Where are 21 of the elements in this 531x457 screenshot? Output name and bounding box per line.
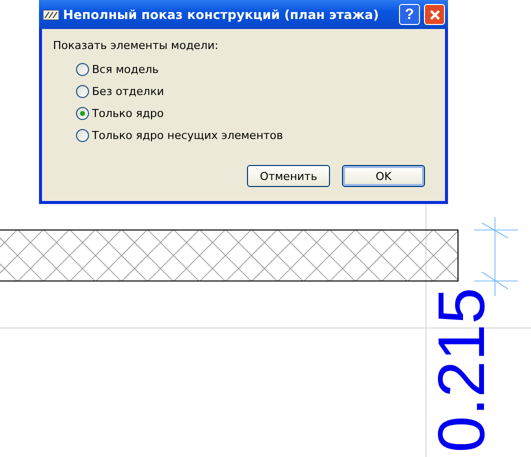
group-label: Показать элементы модели: <box>53 39 220 54</box>
window-title: Неполный показ конструкций (план этажа) <box>63 7 380 22</box>
dimension-text: 0.215 <box>424 287 498 453</box>
ok-button[interactable]: OK <box>342 165 425 187</box>
radio-option[interactable]: Вся модель <box>76 61 445 77</box>
radio-option[interactable]: Только ядро <box>76 105 445 121</box>
radio-button[interactable] <box>76 62 89 76</box>
radio-button[interactable] <box>76 128 89 142</box>
help-button[interactable]: ? <box>399 4 420 25</box>
radio-button[interactable] <box>76 84 89 98</box>
option-label: Вся модель <box>92 62 159 76</box>
close-icon <box>428 8 440 20</box>
cancel-button[interactable]: Отменить <box>247 165 330 187</box>
radio-option[interactable]: Без отделки <box>76 83 445 99</box>
hatch-icon <box>43 10 59 20</box>
radio-option[interactable]: Только ядро несущих элементов <box>76 127 445 143</box>
radio-button[interactable] <box>76 106 89 120</box>
option-label: Без отделки <box>92 84 164 98</box>
option-label: Только ядро <box>92 106 164 120</box>
option-label: Только ядро несущих элементов <box>92 128 284 142</box>
close-button[interactable] <box>424 4 445 25</box>
